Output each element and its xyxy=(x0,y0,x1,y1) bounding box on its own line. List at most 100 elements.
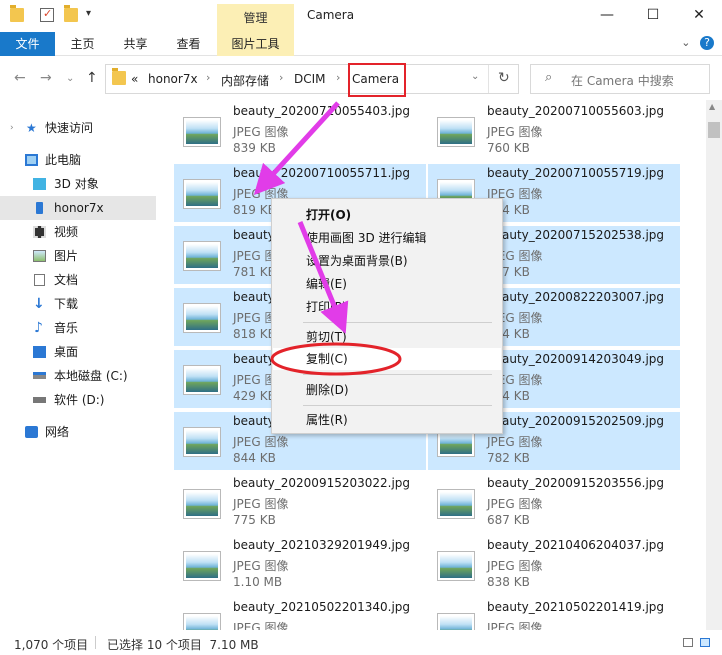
image-thumbnail xyxy=(183,489,221,519)
sidebar-item-label: 下载 xyxy=(54,297,79,311)
new-folder-icon[interactable] xyxy=(64,5,78,22)
minimize-button[interactable]: — xyxy=(584,0,630,30)
properties-icon[interactable]: ✓ xyxy=(40,7,54,22)
menu-item-open[interactable]: 打开(O) xyxy=(273,204,501,226)
search-input[interactable]: ⌕ 在 Camera 中搜索 xyxy=(530,64,710,94)
sidebar-item-label: 本地磁盘 (C:) xyxy=(54,369,128,383)
menu-item-print[interactable]: 打印(P) xyxy=(273,296,501,318)
sidebar-item-label: 文档 xyxy=(54,273,79,287)
sidebar-item-network[interactable]: 网络 xyxy=(0,420,156,444)
large-icons-view-icon[interactable] xyxy=(700,638,710,647)
menu-item-set-background[interactable]: 设置为桌面背景(B) xyxy=(273,250,501,272)
file-size: 1.10 MB xyxy=(233,575,283,589)
file-tile[interactable]: beauty_20210502201419.jpg JPEG 图像 xyxy=(428,598,680,630)
sidebar-item-drive-d[interactable]: 软件 (D:) xyxy=(0,388,156,412)
menu-item-edit-paint3d[interactable]: 使用画图 3D 进行编辑 xyxy=(273,227,501,249)
menu-item-cut[interactable]: 剪切(T) xyxy=(273,326,501,348)
file-tile[interactable]: beauty_20210502201340.jpg JPEG 图像 xyxy=(174,598,426,630)
film-icon xyxy=(33,226,46,238)
folder-icon xyxy=(10,5,24,22)
menu-separator xyxy=(303,374,492,375)
image-thumbnail xyxy=(437,489,475,519)
quick-access-dropdown-icon[interactable]: ▾ xyxy=(86,8,91,19)
menu-item-edit[interactable]: 编辑(E) xyxy=(273,273,501,295)
file-name: beauty_20210502201419.jpg xyxy=(487,600,665,614)
vertical-scrollbar[interactable]: ▲ xyxy=(706,100,722,630)
folder-icon xyxy=(112,68,126,85)
sidebar-item-this-pc[interactable]: 此电脑 xyxy=(0,148,156,172)
file-tile[interactable]: beauty_20210329201949.jpg JPEG 图像 1.10 MB xyxy=(174,536,426,594)
menu-item-delete[interactable]: 删除(D) xyxy=(273,379,501,401)
breadcrumb-honor7x[interactable]: honor7x xyxy=(148,72,198,86)
sidebar-item-label: 图片 xyxy=(54,249,79,263)
file-name: beauty_20200915203022.jpg xyxy=(233,476,411,490)
file-tile[interactable]: beauty_20200915203022.jpg JPEG 图像 775 KB xyxy=(174,474,426,532)
phone-icon xyxy=(36,202,43,214)
tab-picture-tools[interactable]: 图片工具 xyxy=(217,32,294,56)
chevron-right-icon[interactable]: › xyxy=(279,71,283,84)
sidebar-item-3d-objects[interactable]: 3D 对象 xyxy=(0,172,156,196)
address-bar[interactable]: « honor7x › 内部存储 › DCIM › Camera ⌄ ↻ xyxy=(105,64,519,94)
tab-view[interactable]: 查看 xyxy=(166,32,211,56)
file-name: beauty_20200914203049.jpg xyxy=(487,352,665,366)
file-type: JPEG 图像 xyxy=(233,125,289,139)
image-thumbnail xyxy=(437,117,475,147)
close-button[interactable]: ✕ xyxy=(676,0,722,30)
help-icon[interactable]: ? xyxy=(700,36,714,50)
ribbon-tabs: 文件 主页 共享 查看 图片工具 ⌄ ? xyxy=(0,32,722,56)
recent-locations-icon[interactable]: ⌄ xyxy=(66,73,74,84)
sidebar-item-label: 视频 xyxy=(54,225,79,239)
sidebar-item-videos[interactable]: 视频 xyxy=(0,220,156,244)
file-name: beauty_20200915203556.jpg xyxy=(487,476,665,490)
sidebar-item-quick-access[interactable]: › ★ 快速访问 xyxy=(0,116,156,140)
file-tile[interactable]: beauty_20210406204037.jpg JPEG 图像 838 KB xyxy=(428,536,680,594)
file-type: JPEG 图像 xyxy=(233,435,289,449)
address-divider xyxy=(488,65,489,93)
chevron-right-icon[interactable]: › xyxy=(10,116,14,140)
file-size: 838 KB xyxy=(487,575,530,589)
image-thumbnail xyxy=(183,365,221,395)
tab-file[interactable]: 文件 xyxy=(0,32,55,56)
menu-item-properties[interactable]: 属性(R) xyxy=(273,409,501,431)
breadcrumb-internal-storage[interactable]: 内部存储 xyxy=(221,72,269,89)
status-bar: 1,070 个项目 已选择 10 个项目 7.10 MB xyxy=(0,630,722,655)
document-icon xyxy=(34,274,45,286)
address-dropdown-icon[interactable]: ⌄ xyxy=(471,71,479,82)
chevron-right-icon[interactable]: › xyxy=(206,71,210,84)
chevron-right-icon[interactable]: › xyxy=(336,71,340,84)
sidebar-item-downloads[interactable]: ↓ 下载 xyxy=(0,292,156,316)
sidebar-item-desktop[interactable]: 桌面 xyxy=(0,340,156,364)
manage-tab[interactable]: 管理 xyxy=(217,4,294,32)
sidebar-item-music[interactable]: ♪ 音乐 xyxy=(0,316,156,340)
image-thumbnail xyxy=(183,117,221,147)
maximize-button[interactable]: ☐ xyxy=(630,0,676,30)
image-thumbnail xyxy=(183,427,221,457)
tab-home[interactable]: 主页 xyxy=(60,32,105,56)
refresh-icon[interactable]: ↻ xyxy=(498,70,510,86)
search-placeholder: 在 Camera 中搜索 xyxy=(571,74,674,88)
ribbon-expand-icon[interactable]: ⌄ xyxy=(681,36,690,49)
file-tile[interactable]: beauty_20200915203556.jpg JPEG 图像 687 KB xyxy=(428,474,680,532)
tab-share[interactable]: 共享 xyxy=(113,32,158,56)
sidebar-item-drive-c[interactable]: 本地磁盘 (C:) xyxy=(0,364,156,388)
forward-icon[interactable]: → xyxy=(40,70,52,86)
file-tile[interactable]: beauty_20200710055403.jpg JPEG 图像 839 KB xyxy=(174,102,426,160)
sidebar-item-label: 快速访问 xyxy=(45,121,94,135)
sidebar-item-pictures[interactable]: 图片 xyxy=(0,244,156,268)
up-icon[interactable]: ↑ xyxy=(86,70,98,86)
file-type: JPEG 图像 xyxy=(487,435,543,449)
breadcrumb-overflow[interactable]: « xyxy=(131,72,138,86)
image-thumbnail xyxy=(183,551,221,581)
file-size: 687 KB xyxy=(487,513,530,527)
image-thumbnail xyxy=(183,241,221,271)
sidebar-item-documents[interactable]: 文档 xyxy=(0,268,156,292)
back-icon[interactable]: ← xyxy=(14,70,26,86)
scrollbar-thumb[interactable] xyxy=(708,122,720,138)
details-view-icon[interactable] xyxy=(683,638,693,647)
menu-item-copy[interactable]: 复制(C) xyxy=(273,348,501,370)
scroll-up-icon[interactable]: ▲ xyxy=(709,102,715,111)
context-menu: 打开(O) 使用画图 3D 进行编辑 设置为桌面背景(B) 编辑(E) 打印(P… xyxy=(271,198,503,434)
file-tile[interactable]: beauty_20200710055603.jpg JPEG 图像 760 KB xyxy=(428,102,680,160)
sidebar-item-honor7x[interactable]: honor7x xyxy=(0,196,156,220)
breadcrumb-dcim[interactable]: DCIM xyxy=(294,72,326,86)
